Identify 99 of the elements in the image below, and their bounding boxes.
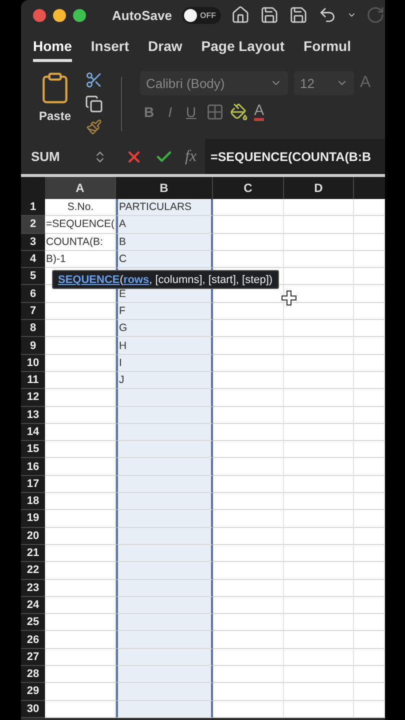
table-cell[interactable]: H <box>116 337 213 355</box>
function-tooltip: SEQUENCE(rows, [columns], [start], [step]) <box>52 270 279 289</box>
table-cell[interactable] <box>116 648 213 666</box>
borders-icon[interactable] <box>206 103 224 121</box>
table-cell[interactable]: B <box>116 234 213 251</box>
row-header[interactable]: 2 <box>21 216 45 234</box>
column-header[interactable]: D <box>284 177 354 199</box>
table-cell[interactable] <box>116 458 213 476</box>
column-header[interactable]: B <box>116 177 213 199</box>
zoom-button[interactable] <box>73 8 86 22</box>
cut-icon[interactable] <box>85 71 103 89</box>
table-cell[interactable]: A <box>116 216 213 234</box>
table-cell[interactable] <box>116 596 213 614</box>
ribbon-tab[interactable]: Page Layout <box>201 38 285 62</box>
row-header[interactable]: 22 <box>21 562 45 580</box>
row-header[interactable]: 19 <box>21 510 45 528</box>
table-cell[interactable]: S.No. <box>45 199 116 216</box>
row-header[interactable]: 18 <box>21 493 45 510</box>
ribbon-tab[interactable]: Insert <box>90 38 130 62</box>
font-size-dropdown[interactable]: 12 <box>294 71 354 95</box>
row-header[interactable]: 27 <box>21 648 45 666</box>
save-icon[interactable] <box>260 5 279 25</box>
table-cell[interactable]: B)-1 <box>45 250 116 268</box>
close-button[interactable] <box>33 8 46 22</box>
row-header[interactable]: 15 <box>21 441 45 458</box>
row-header[interactable]: 28 <box>21 666 45 684</box>
ribbon-tab[interactable]: Draw <box>148 38 182 62</box>
ribbon-tab[interactable]: Home <box>33 38 72 62</box>
row-header[interactable]: 25 <box>21 614 45 632</box>
format-painter-icon[interactable] <box>86 119 102 135</box>
table-cell[interactable] <box>116 700 213 718</box>
select-all-corner[interactable] <box>21 177 45 199</box>
table-cell[interactable]: PARTICULARS <box>116 199 213 216</box>
table-cell[interactable] <box>116 476 213 494</box>
table-cell[interactable] <box>116 406 213 424</box>
table-cell[interactable]: C <box>116 250 213 268</box>
table-cell[interactable] <box>116 580 213 597</box>
row-header[interactable]: 9 <box>21 337 45 355</box>
font-color-button[interactable]: A <box>254 103 264 121</box>
column-header[interactable]: A <box>45 177 116 199</box>
row-header[interactable]: 29 <box>21 683 45 701</box>
table-cell[interactable] <box>116 389 213 407</box>
autosave-label: AutoSave <box>112 8 172 22</box>
row-header[interactable]: 11 <box>21 372 45 390</box>
row-header[interactable]: 12 <box>21 389 45 407</box>
font-dropdown[interactable]: Calibri (Body) <box>140 71 288 95</box>
paste-button[interactable]: Paste <box>33 71 77 139</box>
table-cell[interactable] <box>116 683 213 701</box>
copy-icon[interactable] <box>85 95 103 113</box>
row-header[interactable]: 30 <box>21 700 45 718</box>
table-cell[interactable]: J <box>116 372 213 390</box>
row-header[interactable]: 16 <box>21 458 45 476</box>
ribbon-tab[interactable]: Formul <box>304 38 351 62</box>
table-cell[interactable] <box>116 614 213 632</box>
home-icon[interactable] <box>230 5 250 25</box>
table-cell[interactable] <box>116 528 213 545</box>
fill-color-icon[interactable] <box>230 103 248 121</box>
table-cell[interactable] <box>116 424 213 442</box>
row-header[interactable]: 4 <box>21 250 45 268</box>
redo-icon[interactable] <box>366 5 385 25</box>
name-box[interactable]: SUM <box>21 149 113 164</box>
table-cell[interactable] <box>116 544 213 562</box>
row-header[interactable]: 21 <box>21 544 45 562</box>
undo-icon[interactable] <box>318 5 337 25</box>
row-header[interactable]: 24 <box>21 596 45 614</box>
column-header[interactable]: C <box>213 177 284 199</box>
row-header[interactable]: 26 <box>21 631 45 649</box>
row-header[interactable]: 6 <box>21 285 45 303</box>
row-header[interactable]: 14 <box>21 424 45 442</box>
column-header[interactable] <box>354 177 385 199</box>
row-header[interactable]: 8 <box>21 320 45 338</box>
table-cell[interactable]: I <box>116 354 213 372</box>
table-cell[interactable] <box>116 493 213 510</box>
formula-field[interactable]: =SEQUENCE(COUNTA(B:B <box>204 139 385 174</box>
row-header[interactable]: 23 <box>21 580 45 597</box>
argument-link[interactable]: rows <box>123 274 150 286</box>
table-cell[interactable] <box>116 666 213 684</box>
minimize-button[interactable] <box>53 8 66 22</box>
table-cell[interactable]: =SEQUENCE( <box>45 216 116 234</box>
table-cell[interactable]: COUNTA(B: <box>45 234 116 251</box>
row-header[interactable]: 3 <box>21 234 45 251</box>
save-as-icon[interactable] <box>288 5 308 25</box>
table-cell[interactable] <box>116 631 213 649</box>
row-header[interactable]: 1 <box>21 199 45 216</box>
function-link[interactable]: SEQUENCE <box>58 274 120 286</box>
row-header[interactable]: 17 <box>21 476 45 494</box>
table-cell[interactable] <box>116 562 213 580</box>
row-header[interactable]: 10 <box>21 354 45 372</box>
table-cell[interactable]: F <box>116 302 213 320</box>
cursor-icon <box>281 290 297 306</box>
row-header[interactable]: 13 <box>21 406 45 424</box>
table-cell[interactable] <box>116 441 213 458</box>
insert-function-button[interactable]: fx <box>185 148 197 166</box>
row-header[interactable]: 20 <box>21 528 45 545</box>
row-header[interactable]: 5 <box>21 268 45 286</box>
table-cell[interactable] <box>116 510 213 528</box>
autosave-toggle[interactable]: OFF <box>182 6 221 24</box>
row-header[interactable]: 7 <box>21 302 45 320</box>
table-cell[interactable]: G <box>116 320 213 338</box>
